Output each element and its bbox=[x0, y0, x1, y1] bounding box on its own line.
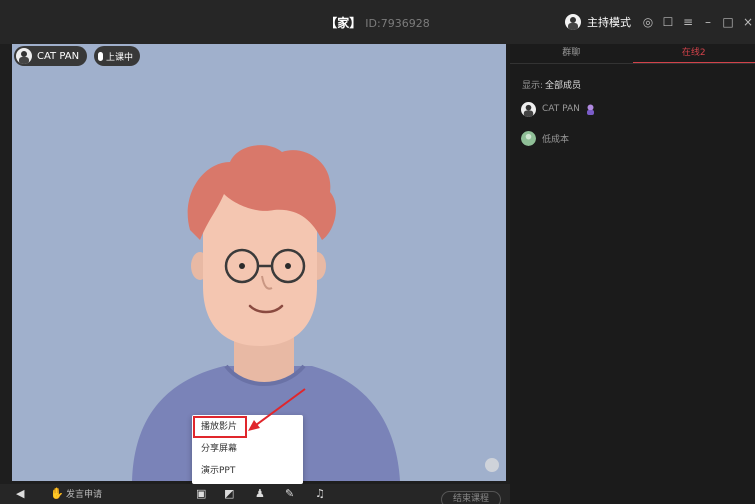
speaker-icon[interactable]: ◀ bbox=[16, 488, 28, 500]
host-mode-label[interactable]: 主持模式 bbox=[587, 14, 631, 30]
member-filter[interactable]: 显示: 全部成员 bbox=[522, 78, 581, 91]
filter-value[interactable]: 全部成员 bbox=[545, 81, 581, 91]
class-status-chip: 上课中 bbox=[94, 46, 141, 66]
menu-item-present-ppt[interactable]: 演示PPT bbox=[192, 460, 303, 482]
minimize-icon[interactable]: – bbox=[701, 15, 715, 29]
menu-item-play-video[interactable]: 播放影片 bbox=[193, 416, 247, 438]
settings-icon[interactable]: ◎ bbox=[641, 15, 655, 29]
tab-group-chat[interactable]: 群聊 bbox=[510, 44, 633, 63]
share-menu: 播放影片 分享屏幕 演示PPT bbox=[192, 415, 303, 484]
raise-hand-icon[interactable]: ✋ bbox=[50, 488, 64, 500]
tab-online[interactable]: 在线2 bbox=[632, 44, 755, 63]
end-class-button[interactable]: 结束课程 bbox=[441, 491, 501, 504]
mic-status-icon[interactable] bbox=[485, 458, 499, 472]
menu-item-share-screen[interactable]: 分享屏幕 bbox=[192, 438, 303, 460]
maximize-icon[interactable]: □ bbox=[721, 15, 735, 29]
share-icon[interactable]: ◩ bbox=[224, 488, 236, 500]
popout-icon[interactable]: ☐ bbox=[661, 15, 675, 29]
bottom-toolbar: ◀ ✋ 发言申请 ▣ ◩ ♟ ✎ ♫ 结束课程 bbox=[0, 484, 510, 504]
host-avatar bbox=[16, 48, 32, 64]
mic-icon bbox=[98, 51, 103, 61]
menu-icon[interactable]: ≡ bbox=[681, 15, 695, 29]
camera-icon[interactable]: ▣ bbox=[196, 488, 208, 500]
side-panel: 群聊 在线2 显示: 全部成员 CAT PAN 低成本 bbox=[510, 44, 755, 504]
list-item[interactable]: CAT PAN bbox=[521, 101, 595, 117]
user-avatar[interactable] bbox=[565, 14, 581, 30]
music-icon[interactable]: ♫ bbox=[315, 488, 327, 500]
whiteboard-icon[interactable]: ✎ bbox=[285, 488, 297, 500]
title-controls: 主持模式 ◎ ☐ ≡ – □ × bbox=[565, 12, 755, 32]
member-avatar bbox=[521, 130, 536, 146]
host-name-chip: CAT PAN bbox=[14, 46, 88, 66]
room-id: ID:7936928 bbox=[365, 17, 430, 30]
list-item[interactable]: 低成本 bbox=[521, 130, 569, 146]
member-avatar bbox=[521, 101, 536, 117]
panel-tabs: 群聊 在线2 bbox=[510, 44, 755, 64]
member-name: CAT PAN bbox=[542, 104, 580, 114]
apply-speak-button[interactable]: 发言申请 bbox=[66, 487, 102, 500]
filter-label: 显示: bbox=[522, 81, 544, 91]
member-name: 低成本 bbox=[542, 134, 570, 145]
close-icon[interactable]: × bbox=[741, 15, 755, 29]
class-status-label: 上课中 bbox=[106, 52, 134, 63]
members-icon[interactable]: ♟ bbox=[255, 488, 267, 500]
host-name: CAT PAN bbox=[37, 50, 80, 62]
teacher-badge-icon bbox=[586, 104, 594, 115]
title-bar: 【家】 ID:7936928 主持模式 ◎ ☐ ≡ – □ × bbox=[0, 0, 755, 44]
room-name: 【家】 bbox=[325, 16, 362, 30]
